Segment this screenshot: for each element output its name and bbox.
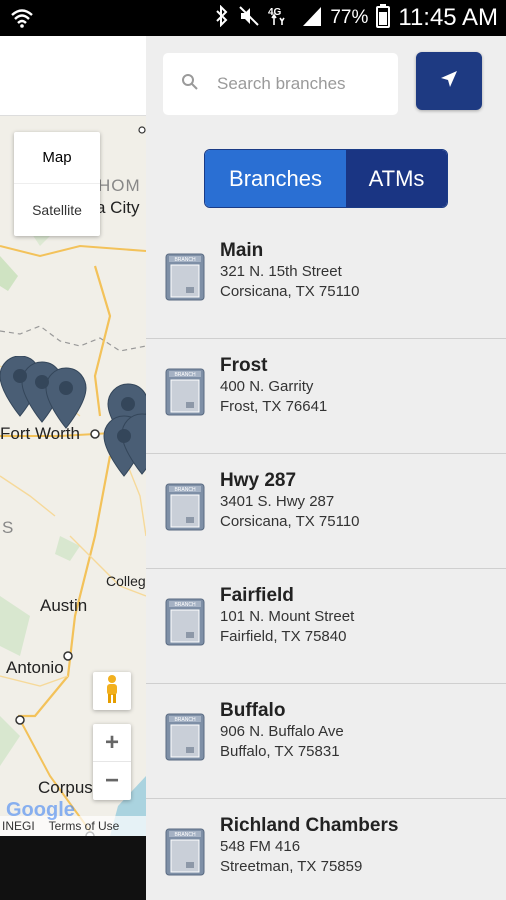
map-label-fort-worth: Fort Worth: [0, 424, 80, 443]
branch-building-icon: BRANCH: [164, 712, 206, 762]
branch-list: BRANCH Main 321 N. 15th Street Corsicana…: [146, 224, 506, 900]
google-logo-icon: Google: [6, 798, 96, 825]
tab-atms[interactable]: ATMs: [346, 150, 447, 207]
pegman-icon: [103, 674, 121, 709]
branch-street: 321 N. 15th Street: [220, 263, 342, 280]
list-item[interactable]: BRANCH Fairfield 101 N. Mount Street Fai…: [146, 569, 506, 684]
tab-branches[interactable]: Branches: [205, 150, 346, 207]
minus-icon: −: [104, 767, 119, 794]
zoom-out-button[interactable]: −: [93, 762, 131, 800]
branch-name: Buffalo: [220, 700, 286, 721]
view-toggle: Branches ATMs: [204, 149, 448, 208]
branch-building-icon: BRANCH: [164, 482, 206, 532]
map-label-corpus: Corpus: [38, 778, 93, 797]
list-item[interactable]: BRANCH Richland Chambers 548 FM 416 Stre…: [146, 799, 506, 900]
search-input[interactable]: [217, 74, 397, 94]
map-label-austin: Austin: [40, 596, 88, 615]
search-box[interactable]: [163, 53, 398, 115]
map-header-area: [0, 36, 146, 116]
branch-city: Buffalo, TX 75831: [220, 743, 340, 760]
svg-text:BRANCH: BRANCH: [174, 717, 196, 723]
svg-text:BRANCH: BRANCH: [174, 832, 196, 838]
battery-percent: 77%: [330, 7, 369, 28]
list-item[interactable]: BRANCH Hwy 287 3401 S. Hwy 287 Corsicana…: [146, 454, 506, 569]
map-label-oklahoma: HOM: [98, 176, 141, 195]
branch-city: Streetman, TX 75859: [220, 858, 363, 875]
branch-street: 400 N. Garrity: [220, 378, 314, 395]
map-label-antonio: Antonio: [6, 658, 64, 677]
branch-street: 101 N. Mount Street: [220, 608, 355, 625]
branch-street: 906 N. Buffalo Ave: [220, 723, 344, 740]
navigation-arrow-icon: [439, 69, 459, 94]
branch-name: Hwy 287: [220, 470, 297, 491]
mute-icon: [238, 5, 260, 32]
status-bar: 4G 77% 11:45 AM: [0, 0, 506, 36]
signal-icon: [302, 5, 322, 32]
branch-building-icon: BRANCH: [164, 597, 206, 647]
branch-city: Fairfield, TX 75840: [220, 628, 347, 645]
bluetooth-icon: [214, 4, 230, 32]
branch-name: Main: [220, 240, 264, 261]
map-type-satellite-button[interactable]: Satellite: [14, 184, 100, 236]
svg-text:BRANCH: BRANCH: [174, 257, 196, 263]
branch-building-icon: BRANCH: [164, 827, 206, 877]
bottom-strip: [0, 836, 146, 900]
street-view-pegman[interactable]: [93, 672, 131, 710]
search-icon: [181, 73, 201, 96]
list-item[interactable]: BRANCH Main 321 N. 15th Street Corsicana…: [146, 224, 506, 339]
branch-building-icon: BRANCH: [164, 367, 206, 417]
branch-name: Richland Chambers: [220, 815, 399, 836]
map-label-city: a City: [96, 198, 140, 217]
svg-text:BRANCH: BRANCH: [174, 372, 196, 378]
branch-name: Fairfield: [220, 585, 294, 606]
locate-me-button[interactable]: [416, 52, 482, 110]
list-item[interactable]: BRANCH Buffalo 906 N. Buffalo Ave Buffal…: [146, 684, 506, 799]
network-icon: 4G: [268, 5, 294, 32]
map-label-s: S: [2, 518, 15, 537]
plus-icon: +: [104, 728, 119, 756]
branch-building-icon: BRANCH: [164, 252, 206, 302]
map-type-control: Map Satellite: [14, 132, 100, 236]
branch-city: Corsicana, TX 75110: [220, 283, 360, 300]
zoom-in-button[interactable]: +: [93, 724, 131, 762]
branch-city: Frost, TX 76641: [220, 398, 328, 415]
map-view[interactable]: HOM a City Fort Worth S Colleg Austin An…: [0, 36, 146, 836]
branch-name: Frost: [220, 355, 268, 376]
clock: 11:45 AM: [398, 4, 498, 31]
svg-text:Google: Google: [6, 799, 75, 820]
branch-street: 3401 S. Hwy 287: [220, 493, 335, 510]
map-type-map-button[interactable]: Map: [14, 132, 100, 184]
zoom-control: + −: [93, 724, 131, 800]
svg-text:BRANCH: BRANCH: [174, 487, 196, 493]
branch-city: Corsicana, TX 75110: [220, 513, 360, 530]
branches-panel: Branches ATMs BRANCH Main 321 N. 15th St…: [146, 36, 506, 900]
battery-icon: [376, 3, 391, 33]
branch-street: 548 FM 416: [220, 838, 301, 855]
svg-text:BRANCH: BRANCH: [174, 602, 196, 608]
list-item[interactable]: BRANCH Frost 400 N. Garrity Frost, TX 76…: [146, 339, 506, 454]
map-label-college: Colleg: [106, 573, 146, 589]
wifi-icon: [10, 6, 34, 33]
